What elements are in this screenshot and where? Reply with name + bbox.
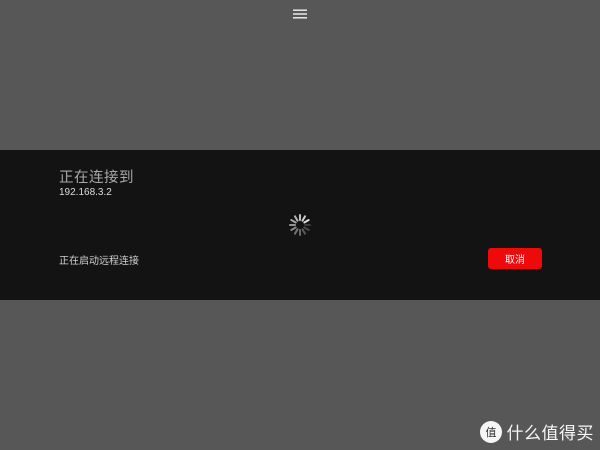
- spinner-spoke: [301, 228, 306, 235]
- spinner-spoke: [294, 228, 299, 235]
- menu-button[interactable]: [288, 4, 312, 24]
- svg-text:值: 值: [485, 426, 496, 439]
- loading-spinner-icon: [288, 213, 312, 237]
- spinner-spoke: [294, 215, 299, 222]
- host-address: 192.168.3.2: [59, 187, 112, 198]
- connection-title: 正在连接到: [59, 170, 134, 186]
- spinner-spoke: [303, 219, 310, 224]
- spinner-spoke: [303, 226, 310, 231]
- spinner-spoke: [290, 226, 297, 231]
- smzdm-logo-icon: 值: [479, 420, 502, 443]
- watermark: 值 什么值得买: [479, 419, 595, 444]
- watermark-text: 什么值得买: [506, 424, 594, 444]
- spinner-spoke: [290, 219, 297, 224]
- cancel-button[interactable]: 取消: [488, 248, 542, 269]
- connection-status: 正在启动远程连接: [59, 256, 139, 267]
- hamburger-menu-icon: [292, 8, 308, 20]
- spinner-spoke: [301, 215, 306, 222]
